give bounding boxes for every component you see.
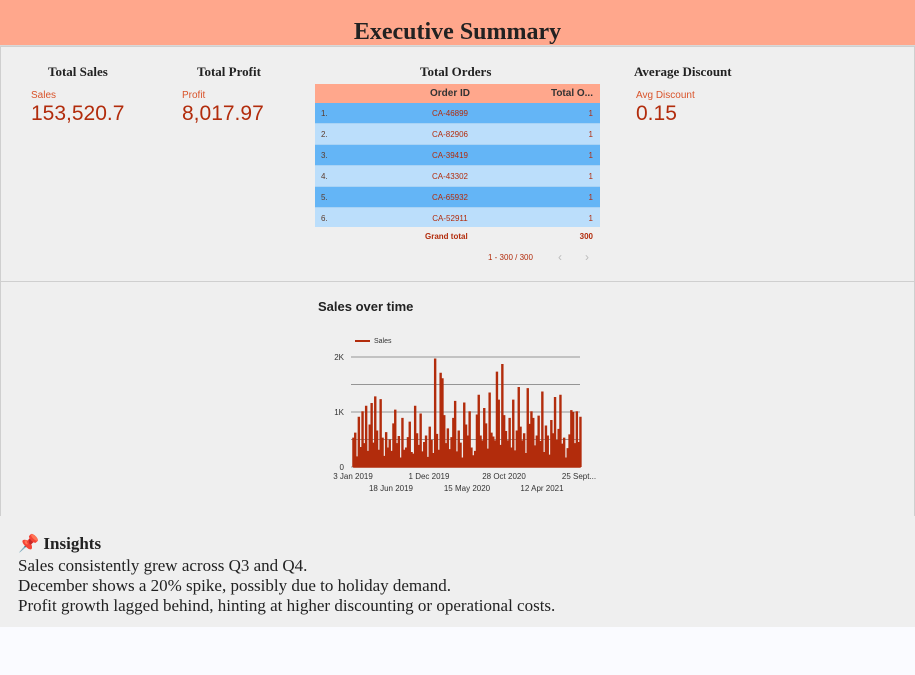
total-cell: 1: [588, 151, 593, 160]
chart-title: Sales over time: [318, 299, 414, 314]
sales-label: Sales: [31, 90, 57, 101]
table-row[interactable]: 4. CA-43302 1: [315, 166, 600, 187]
insights-heading: 📌 Insights: [18, 534, 101, 554]
chevron-left-icon[interactable]: ‹: [553, 250, 567, 264]
order-id-cell: CA-39419: [431, 151, 469, 160]
total-orders-title: Total Orders: [420, 64, 492, 79]
chevron-right-icon[interactable]: ›: [580, 250, 594, 264]
insight-line: Sales consistently grew across Q3 and Q4…: [18, 556, 308, 575]
profit-value: 8,017.97: [182, 102, 264, 125]
order-id-cell: CA-43302: [431, 172, 469, 181]
pagination-text: 1 - 300 / 300: [488, 253, 533, 262]
order-id-column-header[interactable]: Order ID: [315, 88, 585, 99]
table-row[interactable]: 5. CA-65932 1: [315, 187, 600, 208]
chart-panel: [0, 281, 915, 517]
avg-discount-value: 0.15: [636, 102, 677, 125]
orders-table: Order ID Total O... 1. CA-46899 1 2. CA-829…: [315, 84, 600, 227]
insight-line: Profit growth lagged behind, hinting at …: [18, 596, 556, 615]
total-profit-title: Total Profit: [197, 64, 261, 79]
table-row[interactable]: 1. CA-46899 1: [315, 103, 600, 124]
total-cell: 1: [588, 109, 593, 118]
total-sales-title: Total Sales: [48, 64, 108, 79]
header-bar: Executive Summary: [0, 0, 915, 46]
grand-total-row: Grand total 300: [315, 232, 600, 244]
insight-line: December shows a 20% spike, possibly due…: [18, 576, 451, 595]
grand-total-label: Grand total: [425, 232, 468, 241]
table-row[interactable]: 3. CA-39419 1: [315, 145, 600, 166]
order-id-cell: CA-52911: [432, 214, 468, 223]
profit-label: Profit: [182, 90, 206, 101]
table-header: Order ID Total O...: [315, 84, 600, 103]
page-title: Executive Summary: [353, 19, 562, 45]
order-id-cell: CA-65932: [431, 193, 469, 202]
pushpin-icon: 📌: [18, 534, 40, 553]
grand-total-value: 300: [579, 232, 593, 241]
total-cell: 1: [588, 193, 593, 202]
average-discount-title: Average Discount: [634, 64, 732, 79]
insights-heading-text: Insights: [43, 534, 102, 553]
total-orders-column-header[interactable]: Total O...: [551, 88, 593, 99]
table-row[interactable]: 2. CA-82906 1: [315, 124, 600, 145]
total-cell: 1: [588, 130, 593, 139]
order-id-cell: CA-82906: [431, 130, 469, 139]
avg-discount-label: Avg Discount: [636, 90, 695, 101]
sales-value: 153,520.7: [31, 102, 125, 125]
table-body[interactable]: 1. CA-46899 1 2. CA-82906 1 3. CA-39419 1 4. CA…: [315, 103, 600, 227]
order-id-cell: CA-46899: [431, 109, 469, 118]
total-cell: 1: [588, 172, 593, 181]
table-row[interactable]: 6. CA-52911 1: [315, 208, 600, 227]
total-cell: 1: [588, 214, 593, 223]
